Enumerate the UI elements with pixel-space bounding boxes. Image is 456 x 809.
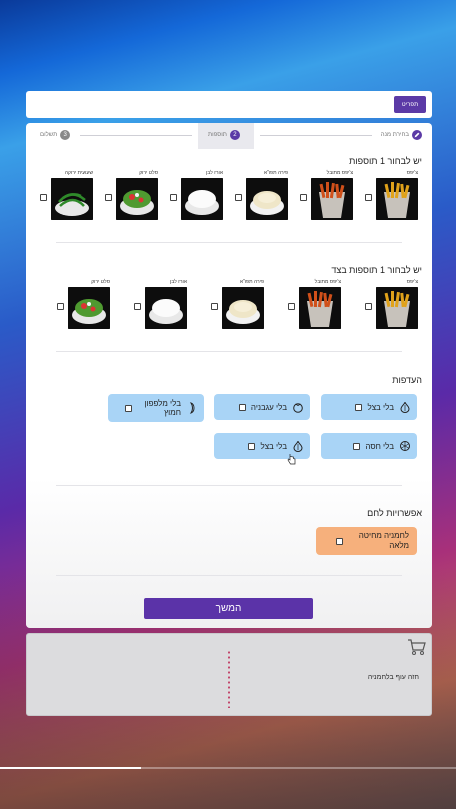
cart-item-text: חזה עוף בלחמניה bbox=[367, 674, 419, 681]
pref-checkbox[interactable] bbox=[238, 403, 246, 411]
divider bbox=[56, 351, 402, 352]
stepper: בחירת מנה 2 תוספות 3 תשלום bbox=[26, 123, 432, 149]
pickle-icon bbox=[186, 402, 198, 414]
fries-image bbox=[376, 287, 418, 329]
step-label: בחירת מנה bbox=[380, 132, 409, 138]
spiced-fries-image bbox=[311, 178, 353, 220]
preferences-title: העדפות bbox=[392, 375, 422, 385]
step-payment[interactable]: 3 תשלום bbox=[40, 130, 71, 140]
white-rice-image bbox=[181, 178, 223, 220]
pref-checkbox[interactable] bbox=[355, 403, 363, 411]
pref-no-pickle[interactable]: בלי מלפפון חמוץ bbox=[108, 394, 204, 422]
extra-sides-row: צ'יפס צ'יפס מתובל פירה תפו"א אורז לבן סל… bbox=[37, 279, 422, 329]
side-checkbox[interactable] bbox=[365, 194, 372, 201]
side-option[interactable]: צ'יפס bbox=[357, 170, 422, 220]
side-label: אורז לבן bbox=[205, 170, 223, 176]
side-label: צ'יפס מתובל bbox=[314, 279, 341, 285]
bread-label: לחמניה מחיטה מלאה bbox=[358, 531, 409, 550]
side-label: צ'יפס bbox=[406, 170, 418, 176]
step-number: 2 bbox=[229, 130, 240, 140]
side-label: סלט ירוק bbox=[139, 170, 158, 176]
step-sides[interactable]: 2 תוספות bbox=[208, 130, 240, 140]
side-label: שעועית ירוקה bbox=[64, 170, 93, 176]
stepper-line bbox=[80, 135, 192, 136]
pref-no-onion[interactable]: בלי בצל bbox=[321, 394, 417, 420]
divider bbox=[56, 242, 402, 243]
extra-side-option[interactable]: פירה תפו"א bbox=[191, 279, 268, 329]
bread-options-title: אפשרויות לחם bbox=[367, 508, 422, 518]
step-number: 3 bbox=[60, 130, 71, 140]
extra-side-option[interactable]: צ'יפס bbox=[345, 279, 422, 329]
cart-panel: חזה עוף בלחמניה bbox=[26, 633, 432, 716]
spiced-fries-image bbox=[299, 287, 341, 329]
continue-button[interactable]: המשך bbox=[144, 598, 313, 619]
green-beans-image bbox=[51, 178, 93, 220]
side-checkbox[interactable] bbox=[235, 194, 242, 201]
fries-image bbox=[376, 178, 418, 220]
onion-icon bbox=[292, 440, 304, 452]
side-option[interactable]: סלט ירוק bbox=[97, 170, 162, 220]
section-sides-title: יש לבחור 1 תוספות bbox=[349, 156, 422, 166]
step-label: תוספות bbox=[208, 132, 227, 138]
side-checkbox[interactable] bbox=[300, 194, 307, 201]
lettuce-icon bbox=[399, 440, 411, 452]
step-label: תשלום bbox=[40, 132, 58, 138]
step-choose-dish[interactable]: בחירת מנה bbox=[381, 130, 422, 140]
order-card: בחירת מנה 2 תוספות 3 תשלום יש לבחור 1 תו… bbox=[26, 123, 432, 628]
mashed-potato-image bbox=[222, 287, 264, 329]
onion-icon bbox=[399, 401, 411, 413]
pref-label: בלי בצל bbox=[260, 441, 287, 451]
side-checkbox[interactable] bbox=[211, 303, 218, 310]
menu-button[interactable]: תפריט bbox=[394, 96, 426, 113]
side-label: פירה תפו"א bbox=[263, 170, 288, 176]
side-option[interactable]: פירה תפו"א bbox=[227, 170, 292, 220]
extra-side-option[interactable]: צ'יפס מתובל bbox=[268, 279, 345, 329]
section-extra-sides-title: יש לבחור 1 תוספות בצד bbox=[331, 265, 422, 275]
side-checkbox[interactable] bbox=[134, 303, 141, 310]
side-checkbox[interactable] bbox=[57, 303, 64, 310]
green-salad-image bbox=[116, 178, 158, 220]
side-checkbox[interactable] bbox=[365, 303, 372, 310]
green-salad-image bbox=[68, 287, 110, 329]
tomato-icon bbox=[292, 401, 304, 413]
pref-no-tomato[interactable]: בלי עגבניה bbox=[214, 394, 310, 420]
side-label: פירה תפו"א bbox=[239, 279, 264, 285]
hand-cursor-icon bbox=[287, 452, 296, 470]
shopping-cart-icon[interactable] bbox=[407, 638, 427, 661]
top-bar: תפריט bbox=[26, 91, 432, 118]
pencil-icon bbox=[412, 130, 422, 140]
mashed-potato-image bbox=[246, 178, 288, 220]
side-label: צ'יפס bbox=[406, 279, 418, 285]
divider bbox=[56, 575, 402, 576]
video-progress-fill bbox=[0, 767, 142, 769]
pref-checkbox[interactable] bbox=[353, 442, 361, 450]
side-option[interactable]: אורז לבן bbox=[162, 170, 227, 220]
pref-label: בלי מלפפון חמוץ bbox=[144, 399, 181, 417]
stepper-line bbox=[260, 135, 372, 136]
pref-label: בלי בצל bbox=[367, 402, 394, 412]
side-label: אורז לבן bbox=[169, 279, 187, 285]
loading-dots bbox=[228, 650, 230, 708]
pref-no-lettuce[interactable]: בלי חסה bbox=[321, 433, 417, 459]
pref-label: בלי חסה bbox=[365, 441, 394, 451]
video-progress-track[interactable] bbox=[0, 767, 456, 769]
side-option[interactable]: צ'יפס מתובל bbox=[292, 170, 357, 220]
side-label: סלט ירוק bbox=[91, 279, 110, 285]
pref-label: בלי עגבניה bbox=[250, 402, 287, 412]
side-checkbox[interactable] bbox=[288, 303, 295, 310]
bread-checkbox[interactable] bbox=[336, 537, 343, 545]
pref-checkbox[interactable] bbox=[125, 404, 132, 412]
divider bbox=[56, 485, 402, 486]
side-checkbox[interactable] bbox=[40, 194, 47, 201]
side-checkbox[interactable] bbox=[105, 194, 112, 201]
side-label: צ'יפס מתובל bbox=[326, 170, 353, 176]
extra-side-option[interactable]: סלט ירוק bbox=[37, 279, 114, 329]
sides-row: צ'יפס צ'יפס מתובל פירה תפו"א אורז לבן סל… bbox=[32, 170, 422, 220]
side-option[interactable]: שעועית ירוקה bbox=[32, 170, 97, 220]
pref-checkbox[interactable] bbox=[248, 442, 256, 450]
extra-side-option[interactable]: אורז לבן bbox=[114, 279, 191, 329]
bread-option-whole-wheat[interactable]: לחמניה מחיטה מלאה bbox=[316, 527, 417, 555]
side-checkbox[interactable] bbox=[170, 194, 177, 201]
white-rice-image bbox=[145, 287, 187, 329]
